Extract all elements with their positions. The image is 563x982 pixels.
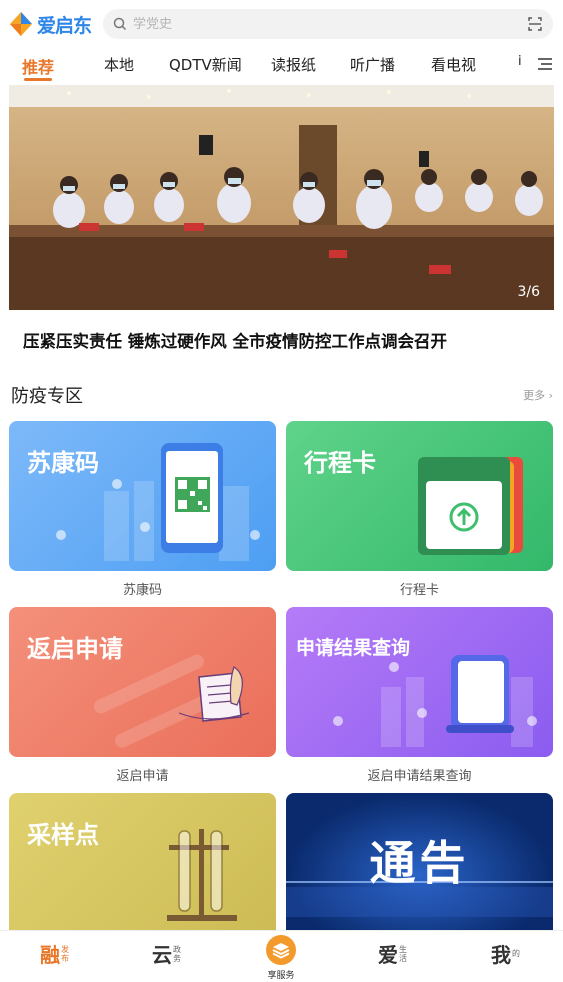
test-tube-icon <box>167 829 237 921</box>
chevron-right-icon: › <box>548 389 553 402</box>
card-label[interactable]: 返启申请 <box>9 765 276 784</box>
nav-big-label: 云 <box>152 943 172 967</box>
nav-enjoy-service[interactable]: 享服务 <box>262 935 300 981</box>
nav-center-label: 享服务 <box>267 971 295 981</box>
tab-radio[interactable]: 听广播 <box>350 54 395 75</box>
logo-icon <box>10 12 32 36</box>
nav-big-label: 爱 <box>378 943 398 967</box>
nav-small-label: 的 <box>512 949 520 958</box>
card-trip-card[interactable]: 行程卡 <box>286 421 553 571</box>
card-application-result[interactable]: 申请结果查询 <box>286 607 553 757</box>
card-label[interactable]: 返启申请结果查询 <box>286 765 553 784</box>
app-logo[interactable]: 爱启东 <box>8 9 100 39</box>
nav-mine[interactable]: 我 的 <box>491 939 521 968</box>
carousel-counter: 3/6 <box>517 284 540 300</box>
card-title: 申请结果查询 <box>296 637 411 659</box>
card-su-health-code[interactable]: 苏康码 <box>9 421 276 571</box>
nav-big-label: 融 <box>40 943 60 967</box>
more-label: 更多 <box>523 389 546 402</box>
search-icon <box>113 17 127 31</box>
card-return-application[interactable]: 返启申请 <box>9 607 276 757</box>
more-link[interactable]: 更多 › <box>523 387 553 403</box>
search-input[interactable] <box>133 16 527 32</box>
nav-cloud-government[interactable]: 云 政务 <box>152 939 182 968</box>
card-notice[interactable]: 通告 <box>286 793 553 930</box>
scan-icon[interactable] <box>527 16 543 32</box>
nav-rong-release[interactable]: 融 发布 <box>40 939 70 968</box>
menu-icon[interactable] <box>537 56 553 72</box>
card-label[interactable]: 苏康码 <box>9 579 276 598</box>
tab-qdtv-news[interactable]: QDTV新闻 <box>169 54 242 75</box>
card-sampling-point[interactable]: 采样点 <box>9 793 276 930</box>
nav-small-label: 政务 <box>173 944 181 963</box>
service-stack-icon <box>266 935 296 965</box>
document-icon <box>333 655 537 747</box>
card-title: 行程卡 <box>304 449 376 477</box>
nav-small-label: 生活 <box>399 944 407 963</box>
banner-headline[interactable]: 压紧压实责任 锤炼过硬作风 全市疫情防控工作点调会召开 <box>23 328 543 352</box>
card-label[interactable]: 行程卡 <box>286 579 553 598</box>
nav-love-life[interactable]: 爱 生活 <box>378 939 408 968</box>
tab-newspaper[interactable]: 读报纸 <box>271 54 316 75</box>
tab-active-indicator <box>24 78 52 81</box>
bottom-navigation: 融 发布 云 政务 享服务 爱 生活 我 的 <box>0 930 563 982</box>
nav-big-label: 我 <box>491 943 511 967</box>
logo-text: 爱启东 <box>37 14 92 37</box>
tab-tv[interactable]: 看电视 <box>431 54 476 75</box>
tab-recommend[interactable]: 推荐 <box>22 54 54 78</box>
meeting-photo <box>9 85 554 310</box>
section-title: 防疫专区 <box>11 386 83 407</box>
carousel-banner[interactable]: 3/6 <box>9 85 554 310</box>
notice-title: 通告 <box>369 836 470 890</box>
card-title: 返启申请 <box>27 635 123 663</box>
tab-local[interactable]: 本地 <box>104 54 134 75</box>
nav-small-label: 发布 <box>61 944 69 963</box>
card-title: 苏康码 <box>27 449 99 477</box>
search-bar[interactable] <box>103 9 553 39</box>
tab-partial[interactable]: i <box>518 54 522 69</box>
app-header: 爱启东 <box>0 0 563 48</box>
card-title: 采样点 <box>27 821 99 849</box>
channel-tabs: 推荐 本地 QDTV新闻 读报纸 听广播 看电视 i <box>0 48 563 84</box>
